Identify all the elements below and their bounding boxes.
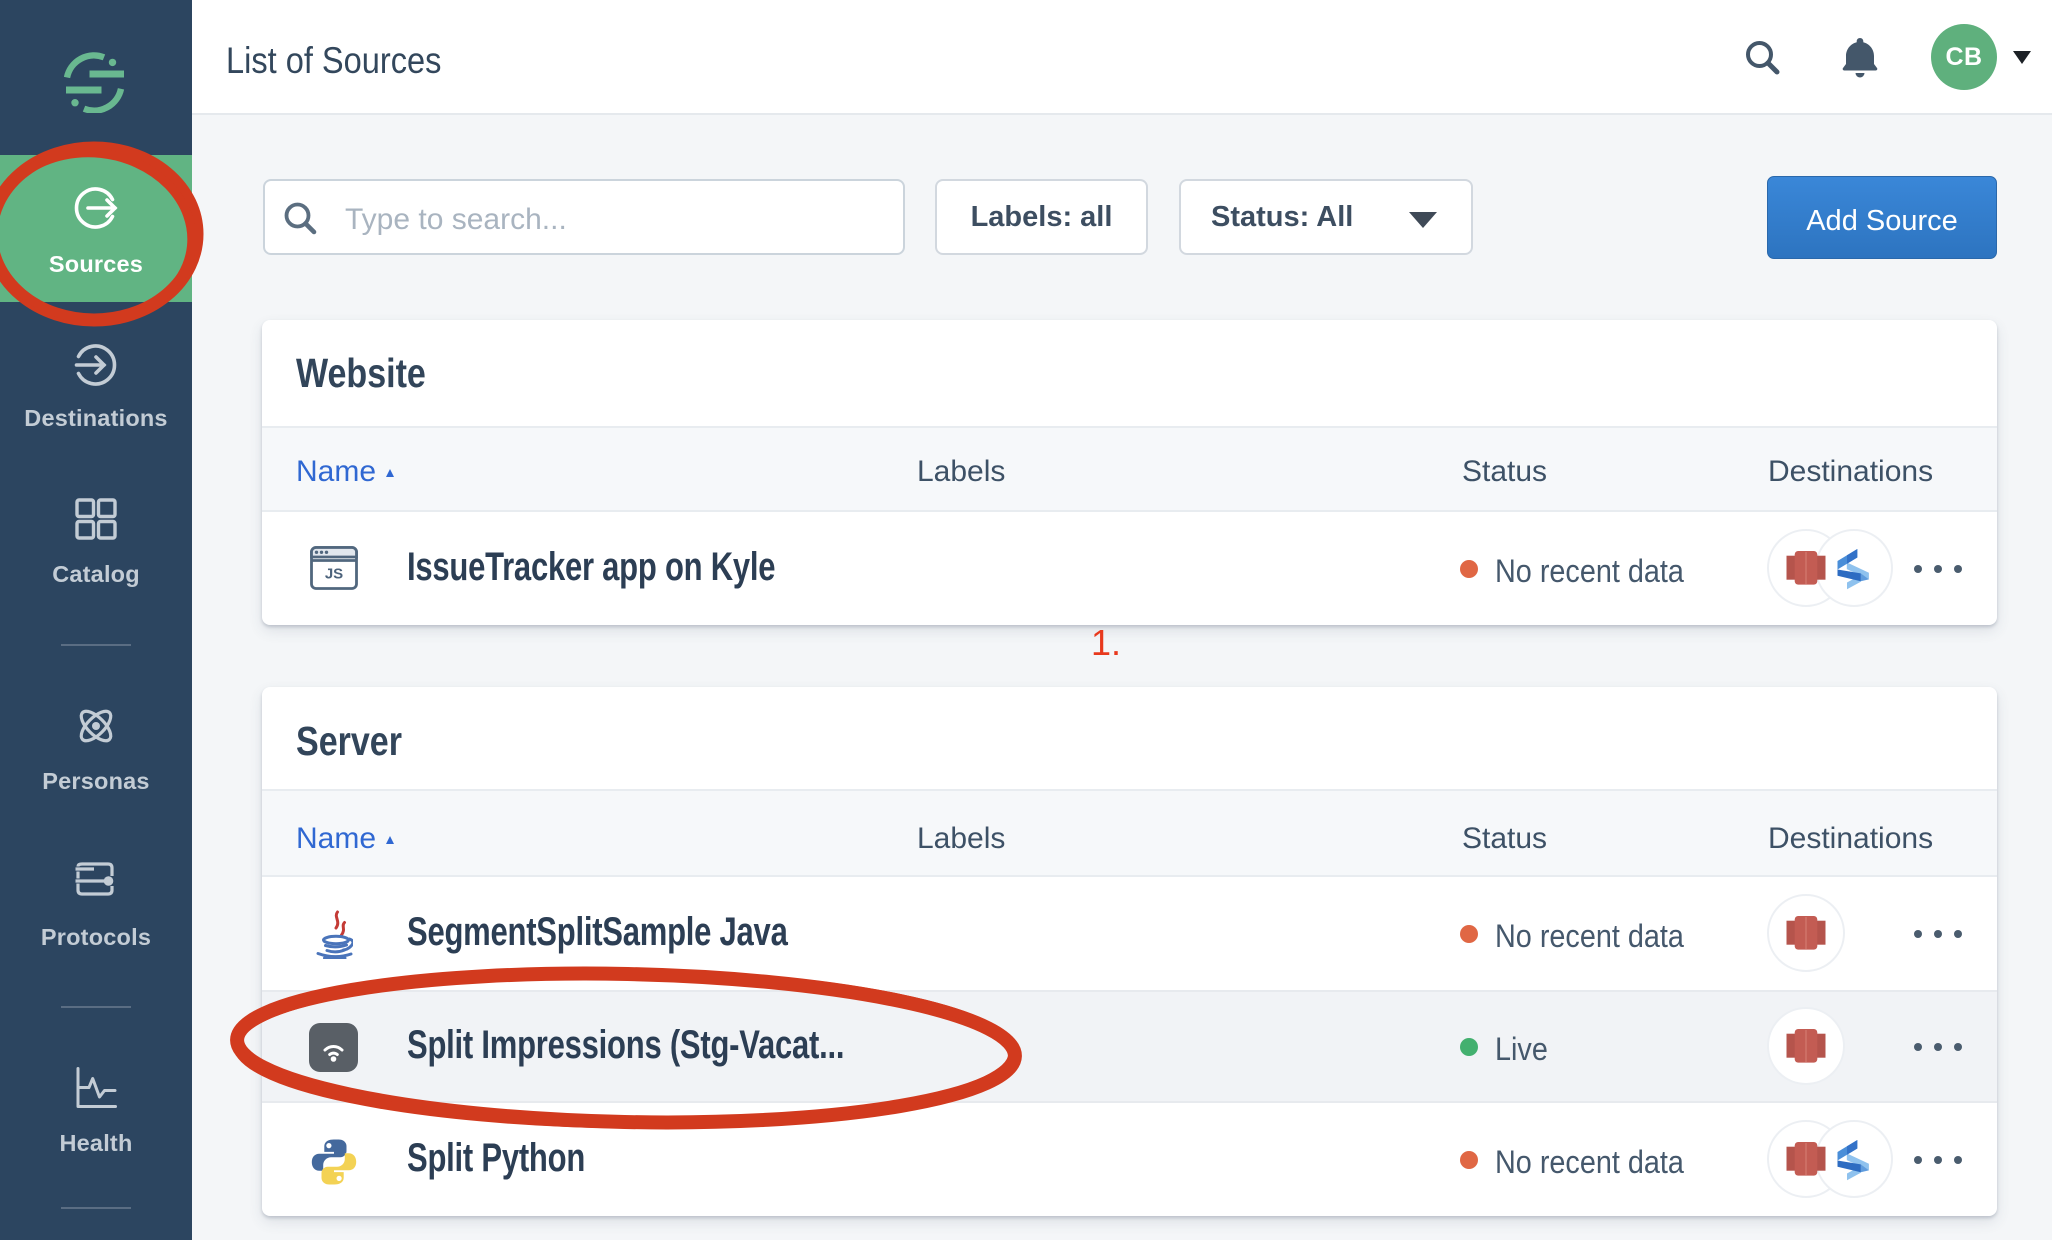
svg-text:JS: JS xyxy=(325,566,343,583)
